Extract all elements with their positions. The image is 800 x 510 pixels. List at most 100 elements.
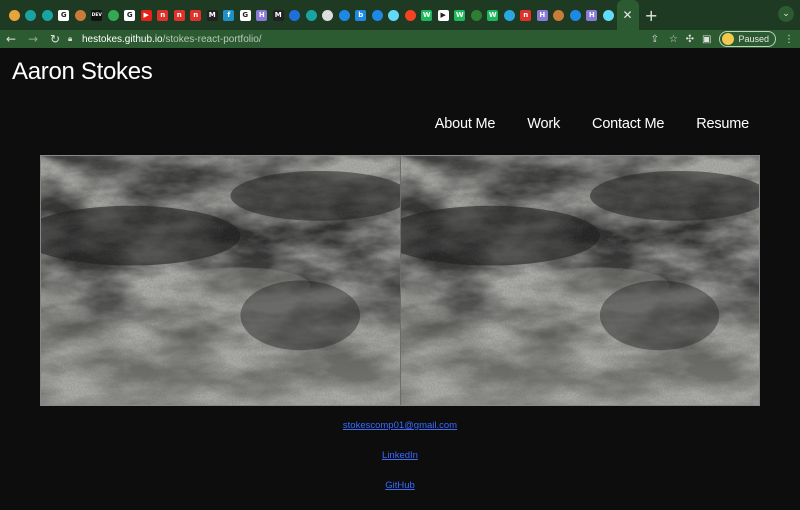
tab-list: G DEV G ▶ n n n Mf G H Mb W ▶ W Wn H H — [6, 0, 617, 30]
react-icon — [602, 9, 614, 21]
browser-tab[interactable] — [501, 0, 518, 30]
h-icon: H — [256, 9, 268, 21]
drive-icon — [107, 9, 119, 21]
browser-tab[interactable]: n — [155, 0, 172, 30]
play-icon: ▶ — [437, 9, 449, 21]
browser-tab[interactable] — [386, 0, 403, 30]
bing-icon: b — [355, 9, 367, 21]
google-icon: G — [239, 9, 251, 21]
browser-tab[interactable] — [72, 0, 89, 30]
browser-tab[interactable] — [402, 0, 419, 30]
browser-tab[interactable] — [303, 0, 320, 30]
site-title: Aaron Stokes — [12, 58, 153, 85]
hand-icon — [74, 9, 86, 21]
browser-tab[interactable]: G — [122, 0, 139, 30]
hero-texture-right — [400, 156, 759, 405]
browser-tab[interactable]: f — [221, 0, 238, 30]
browser-tab[interactable] — [369, 0, 386, 30]
new-tab-icon[interactable]: + — [645, 6, 658, 25]
search-icon — [338, 9, 350, 21]
browser-tab[interactable]: M — [204, 0, 221, 30]
browser-tab[interactable] — [320, 0, 337, 30]
nav-work[interactable]: Work — [527, 116, 560, 132]
search-icon — [569, 9, 581, 21]
browser-tab[interactable] — [287, 0, 304, 30]
teal-leaf-icon — [25, 9, 37, 21]
browser-tab[interactable]: H — [254, 0, 271, 30]
browser-tab[interactable] — [567, 0, 584, 30]
side-panel-icon[interactable]: ▣ — [702, 34, 711, 45]
hero-image — [40, 155, 760, 406]
active-tab[interactable]: ✕ — [616, 0, 639, 30]
extensions-icon[interactable]: ✣ — [686, 34, 694, 45]
back-icon[interactable]: ← — [0, 30, 22, 48]
lock-icon[interactable]: 🔒︎ — [68, 34, 78, 44]
teal-leaf-icon — [41, 9, 53, 21]
browser-tab[interactable]: M — [270, 0, 287, 30]
profile-status: Paused — [738, 34, 769, 44]
n-icon: n — [157, 9, 169, 21]
w-icon: W — [421, 9, 433, 21]
browser-tab[interactable] — [468, 0, 485, 30]
url-host: hestokes.github.io — [82, 33, 163, 45]
w-icon: W — [487, 9, 499, 21]
browser-tab[interactable]: W — [419, 0, 436, 30]
browser-tab[interactable]: n — [188, 0, 205, 30]
nav-about-me[interactable]: About Me — [435, 116, 496, 132]
browser-tab[interactable] — [6, 0, 23, 30]
browser-tab[interactable]: W — [485, 0, 502, 30]
browser-tab[interactable]: ▶ — [435, 0, 452, 30]
browser-tab[interactable]: H — [534, 0, 551, 30]
browser-tab[interactable]: n — [518, 0, 535, 30]
browser-tab[interactable] — [39, 0, 56, 30]
linkedin-link[interactable]: LinkedIn — [0, 450, 800, 480]
square-icon — [470, 9, 482, 21]
bookmark-star-icon[interactable]: ☆ — [669, 34, 678, 45]
contact-links: stokescomp01@gmail.com LinkedIn GitHub — [0, 420, 800, 510]
medium-icon: M — [272, 9, 284, 21]
n-icon: n — [520, 9, 532, 21]
browser-tab[interactable]: DEV — [89, 0, 106, 30]
tab-strip: G DEV G ▶ n n n Mf G H Mb W ▶ W Wn H H ✕ + ⌄ — [0, 0, 800, 30]
address-bar[interactable]: 🔒︎ hestokes.github.io /stokes-react-port… — [68, 31, 678, 47]
tab-search-icon[interactable]: ⌄ — [778, 6, 794, 22]
medium-icon: M — [206, 9, 218, 21]
browser-tab[interactable]: W — [452, 0, 469, 30]
browser-tab[interactable] — [600, 0, 617, 30]
page-viewport: Aaron Stokes About Me Work Contact Me Re… — [0, 48, 800, 500]
hand-icon — [553, 9, 565, 21]
joomla-icon — [404, 9, 416, 21]
reload-icon[interactable]: ↻ — [44, 30, 66, 48]
dev-icon: DEV — [91, 9, 103, 21]
google-icon: G — [58, 9, 70, 21]
browser-tab[interactable]: b — [353, 0, 370, 30]
hero-texture-left — [41, 156, 400, 405]
browser-tab[interactable]: G — [56, 0, 73, 30]
more-menu-icon[interactable]: ⋮ — [784, 34, 794, 45]
close-tab-icon[interactable]: ✕ — [622, 8, 632, 22]
github-link[interactable]: GitHub — [0, 480, 800, 510]
blue-dot-icon — [289, 9, 301, 21]
email-link[interactable]: stokescomp01@gmail.com — [0, 420, 800, 450]
browser-tab[interactable] — [336, 0, 353, 30]
n-icon: n — [190, 9, 202, 21]
nav-contact-me[interactable]: Contact Me — [592, 116, 664, 132]
browser-tab[interactable]: ▶ — [138, 0, 155, 30]
browser-tab[interactable]: H — [584, 0, 601, 30]
nav-resume[interactable]: Resume — [696, 116, 749, 132]
edge-icon — [503, 9, 515, 21]
browser-tab[interactable]: G — [237, 0, 254, 30]
browser-toolbar: ← → ↻ 🔒︎ hestokes.github.io /stokes-reac… — [0, 30, 800, 48]
profile-button[interactable]: Paused — [719, 31, 776, 47]
n-icon: n — [173, 9, 185, 21]
forward-icon[interactable]: → — [22, 30, 44, 48]
share-icon[interactable]: ⇪ — [651, 34, 659, 45]
browser-tab[interactable] — [551, 0, 568, 30]
avatar — [722, 33, 735, 45]
h-icon: H — [586, 9, 598, 21]
browser-tab[interactable]: n — [171, 0, 188, 30]
search-icon — [371, 9, 383, 21]
browser-tab[interactable] — [23, 0, 40, 30]
browser-tab[interactable] — [105, 0, 122, 30]
w-icon: W — [454, 9, 466, 21]
